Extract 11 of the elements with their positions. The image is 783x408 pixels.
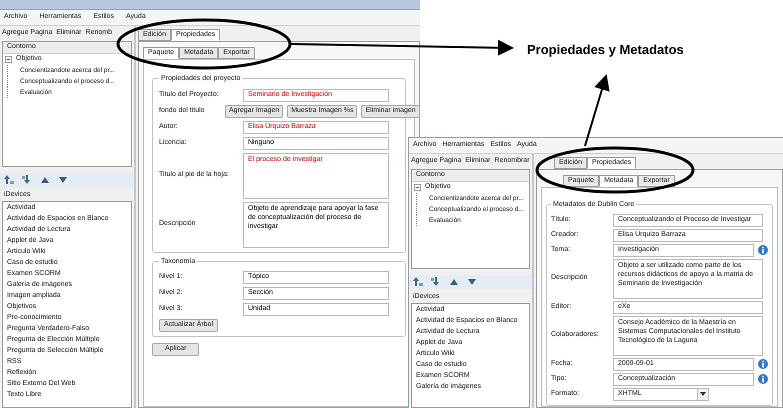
annotation-label: Propiedades y Metadatos [527, 41, 684, 59]
down-triangle-icon[interactable] [467, 277, 477, 287]
down-triangle-icon[interactable] [58, 175, 68, 185]
collapse-icon[interactable] [414, 184, 421, 191]
up-triangle-icon[interactable] [449, 277, 459, 287]
demote-arrow-icon[interactable] [431, 277, 441, 287]
up-triangle-icon[interactable] [40, 175, 50, 185]
demote-arrow-icon[interactable] [22, 175, 32, 185]
promote-arrow-icon[interactable] [413, 277, 423, 287]
collapse-icon[interactable] [5, 56, 12, 63]
promote-arrow-icon[interactable] [4, 175, 14, 185]
